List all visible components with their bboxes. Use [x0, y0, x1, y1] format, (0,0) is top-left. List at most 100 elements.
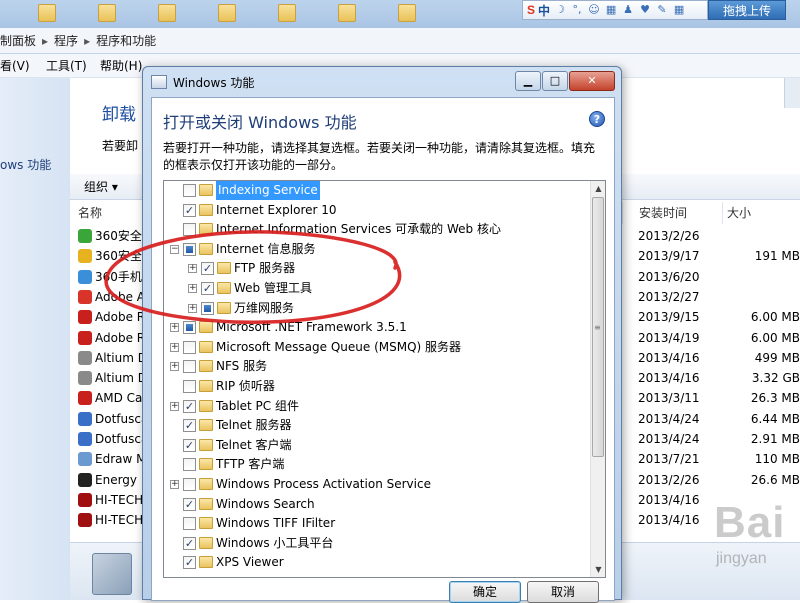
emoji-icon[interactable]: ☺ — [587, 3, 601, 17]
feature-item[interactable]: RIP 侦听器 — [164, 377, 592, 396]
expand-icon[interactable]: + — [170, 401, 179, 411]
feature-label[interactable]: RIP 侦听器 — [216, 377, 275, 396]
feature-item[interactable]: Indexing Service — [164, 181, 592, 200]
user-icon[interactable]: ♟ — [621, 3, 635, 17]
feature-item[interactable]: + Microsoft .NET Framework 3.5.1 — [164, 318, 592, 337]
expand-icon[interactable]: + — [188, 264, 197, 274]
column-header-name[interactable]: 名称 — [70, 202, 150, 224]
scroll-down-icon[interactable]: ▼ — [591, 562, 605, 577]
feature-label[interactable]: TFTP 客户端 — [216, 455, 284, 474]
feature-checkbox[interactable] — [183, 340, 196, 354]
ime-language-toggle[interactable]: 中 — [538, 2, 550, 19]
feature-item[interactable]: + ✓ FTP 服务器 — [164, 259, 592, 278]
grid-icon[interactable]: ▦ — [672, 3, 686, 17]
feature-label[interactable]: Telnet 客户端 — [216, 436, 292, 455]
feature-item[interactable]: ✓ Windows Search — [164, 495, 592, 514]
feature-item[interactable]: + ✓ Tablet PC 组件 — [164, 397, 592, 416]
feature-checkbox[interactable] — [183, 380, 196, 393]
feature-label[interactable]: XPS Viewer — [216, 553, 284, 572]
feature-checkbox[interactable]: ✓ — [183, 419, 196, 433]
feature-label[interactable]: Internet Explorer 10 — [216, 201, 337, 220]
feature-checkbox[interactable]: ✓ — [201, 282, 214, 295]
feature-item[interactable]: + NFS 服务 — [164, 357, 592, 376]
expand-icon[interactable]: + — [170, 480, 179, 489]
menu-help[interactable]: 帮助(H) — [100, 54, 142, 78]
folder-icon[interactable] — [38, 4, 56, 22]
feature-item[interactable]: ✓ Telnet 客户端 — [164, 436, 592, 455]
feature-item[interactable]: − Internet 信息服务 — [164, 240, 592, 259]
feature-item[interactable]: + ✓ Web 管理工具 — [164, 279, 592, 298]
feature-label[interactable]: 万维网服务 — [234, 299, 294, 318]
expand-icon[interactable]: + — [170, 342, 179, 352]
expand-icon[interactable]: + — [170, 323, 179, 333]
column-header-installed[interactable]: 安装时间 — [622, 202, 722, 224]
breadcrumb-separator-icon[interactable]: ▸ — [84, 28, 90, 53]
feature-item[interactable]: Internet Information Services 可承载的 Web 核… — [164, 220, 592, 239]
feature-checkbox[interactable] — [183, 360, 196, 374]
sogou-logo-icon[interactable]: S — [527, 3, 535, 17]
ime-toolbar[interactable]: S 中 ☽ °, ☺ ▦ ♟ ♥ ✎ ▦ — [522, 0, 708, 20]
keyboard-icon[interactable]: ▦ — [604, 3, 618, 17]
drag-upload-button[interactable]: 拖拽上传 — [708, 0, 786, 20]
feature-checkbox[interactable] — [183, 242, 196, 256]
folder-icon[interactable] — [158, 4, 176, 22]
feature-checkbox[interactable] — [183, 517, 196, 531]
feature-checkbox[interactable] — [183, 478, 196, 491]
folder-icon[interactable] — [218, 4, 236, 22]
maximize-button[interactable]: □ — [542, 71, 568, 91]
feature-checkbox[interactable] — [201, 301, 214, 315]
tree-scrollbar[interactable]: ▲ ≡ ▼ — [590, 181, 605, 577]
feature-checkbox[interactable] — [183, 223, 196, 237]
feature-item[interactable]: ✓ Windows 小工具平台 — [164, 534, 592, 553]
feature-checkbox[interactable]: ✓ — [183, 438, 196, 452]
feature-label[interactable]: Tablet PC 组件 — [216, 397, 299, 416]
punctuation-icon[interactable]: °, — [570, 3, 584, 17]
feature-label[interactable]: FTP 服务器 — [234, 259, 295, 278]
feature-label[interactable]: Windows Search — [216, 495, 315, 514]
feature-checkbox[interactable]: ✓ — [201, 262, 214, 276]
expand-icon[interactable]: + — [170, 362, 179, 372]
window-icon[interactable] — [151, 75, 167, 89]
wrench-icon[interactable]: ✎ — [655, 3, 669, 17]
moon-icon[interactable]: ☽ — [553, 3, 567, 17]
feature-label[interactable]: Internet Information Services 可承载的 Web 核… — [216, 220, 501, 239]
feature-label[interactable]: Microsoft .NET Framework 3.5.1 — [216, 318, 407, 337]
programs-box-icon[interactable] — [92, 553, 132, 595]
feature-label[interactable]: Windows TIFF IFilter — [216, 514, 335, 533]
feature-item[interactable]: Windows TIFF IFilter — [164, 514, 592, 533]
collapse-icon[interactable]: − — [170, 244, 179, 254]
folder-icon[interactable] — [338, 4, 356, 22]
feature-label[interactable]: Windows 小工具平台 — [216, 534, 333, 553]
breadcrumb-separator-icon[interactable]: ▸ — [42, 28, 48, 53]
breadcrumb-item[interactable]: 程序 — [54, 28, 78, 53]
feature-checkbox[interactable] — [183, 458, 196, 472]
expand-icon[interactable]: + — [188, 303, 197, 313]
expand-icon[interactable]: + — [188, 284, 197, 293]
minimize-button[interactable]: ▁ — [515, 71, 541, 91]
feature-label[interactable]: Windows Process Activation Service — [216, 475, 431, 494]
feature-label[interactable]: Indexing Service — [216, 181, 320, 200]
windows-features-link[interactable]: ows 功能 — [0, 156, 51, 173]
folder-icon[interactable] — [98, 4, 116, 22]
feature-checkbox[interactable] — [183, 184, 196, 197]
feature-item[interactable]: + Windows Process Activation Service — [164, 475, 592, 494]
feature-item[interactable]: ✓ Telnet 服务器 — [164, 416, 592, 435]
help-icon[interactable]: ? — [589, 111, 605, 127]
scroll-up-icon[interactable]: ▲ — [591, 181, 605, 196]
feature-item[interactable]: TFTP 客户端 — [164, 455, 592, 474]
menu-tools[interactable]: 工具(T) — [46, 54, 87, 78]
folder-icon[interactable] — [278, 4, 296, 22]
breadcrumb-item[interactable]: 程序和功能 — [96, 28, 156, 53]
close-button[interactable]: ✕ — [569, 71, 615, 91]
feature-label[interactable]: Web 管理工具 — [234, 279, 312, 298]
feature-checkbox[interactable]: ✓ — [183, 536, 196, 550]
organize-button[interactable]: 组织 ▾ — [84, 174, 118, 200]
folder-icon[interactable] — [398, 4, 416, 22]
feature-checkbox[interactable]: ✓ — [183, 399, 196, 413]
breadcrumb-item[interactable]: 制面板 — [0, 28, 36, 53]
feature-label[interactable]: NFS 服务 — [216, 357, 267, 376]
column-header-size[interactable]: 大小 — [722, 202, 800, 224]
feature-checkbox[interactable]: ✓ — [183, 203, 196, 217]
feature-item[interactable]: + 万维网服务 — [164, 299, 592, 318]
feature-item[interactable]: ✓ Internet Explorer 10 — [164, 201, 592, 220]
